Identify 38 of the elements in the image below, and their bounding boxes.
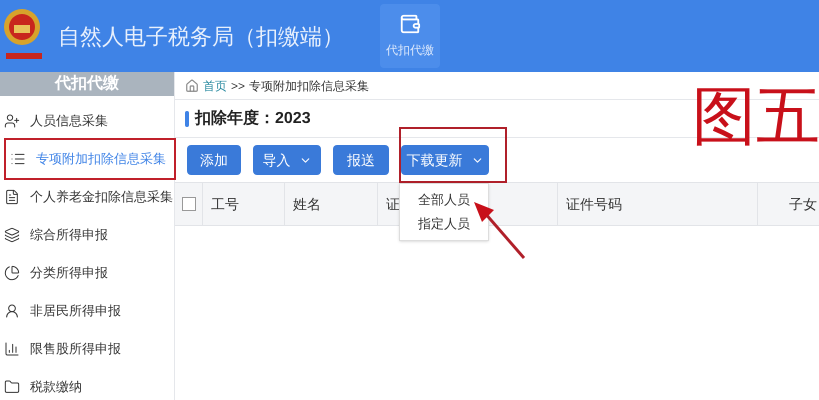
toolbar-button[interactable]: 导入 bbox=[253, 145, 321, 175]
annotation-arrow bbox=[472, 200, 528, 262]
column-header: 证 bbox=[386, 194, 400, 214]
sidebar-item[interactable]: 限售股所得申报 bbox=[0, 330, 174, 368]
sidebar-item[interactable]: 专项附加扣除信息采集 bbox=[6, 140, 174, 178]
column-header: 证件号码 bbox=[566, 194, 622, 214]
sidebar-item[interactable]: 人员信息采集 bbox=[0, 102, 174, 140]
breadcrumb-current: 专项附加扣除信息采集 bbox=[249, 78, 370, 94]
year-title: 扣除年度：2023 bbox=[195, 108, 311, 128]
home-icon bbox=[185, 78, 199, 92]
app-title: 自然人电子税务局（扣缴端） bbox=[58, 22, 344, 50]
column-header: 工号 bbox=[211, 194, 239, 214]
breadcrumb-link[interactable]: 首页 bbox=[203, 76, 227, 94]
annotation-label: 图五 bbox=[692, 80, 819, 152]
wallet-icon bbox=[399, 13, 421, 35]
pie-chart-icon bbox=[4, 265, 20, 281]
title-marker bbox=[185, 110, 189, 126]
sidebar-item[interactable]: 税款缴纳 bbox=[0, 368, 174, 400]
toolbar-button[interactable]: 添加 bbox=[187, 145, 241, 175]
sidebar-item[interactable]: 分类所得申报 bbox=[0, 254, 174, 292]
sidebar-item[interactable]: 个人养老金扣除信息采集 bbox=[0, 178, 174, 216]
menu-item[interactable]: 全部人员 bbox=[400, 188, 488, 212]
sidebar-heading: 代扣代缴 bbox=[0, 72, 174, 96]
layers-icon bbox=[4, 227, 20, 243]
sidebar-item[interactable]: 非居民所得申报 bbox=[0, 292, 174, 330]
toolbar-button[interactable]: 下载更新 bbox=[401, 145, 489, 175]
sidebar-item[interactable]: 综合所得申报 bbox=[0, 216, 174, 254]
column-header: 子女 bbox=[789, 194, 817, 214]
menu-item[interactable]: 指定人员 bbox=[400, 212, 488, 236]
user-plus-icon bbox=[4, 113, 20, 129]
bar-chart-icon bbox=[4, 341, 20, 357]
column-header: 姓名 bbox=[293, 194, 321, 214]
folder-icon bbox=[4, 379, 20, 395]
user-icon bbox=[4, 303, 20, 319]
breadcrumb-separator: >> bbox=[231, 78, 246, 94]
toolbar-button[interactable]: 报送 bbox=[333, 145, 389, 175]
document-icon bbox=[4, 189, 20, 205]
select-all-checkbox[interactable] bbox=[182, 197, 196, 211]
